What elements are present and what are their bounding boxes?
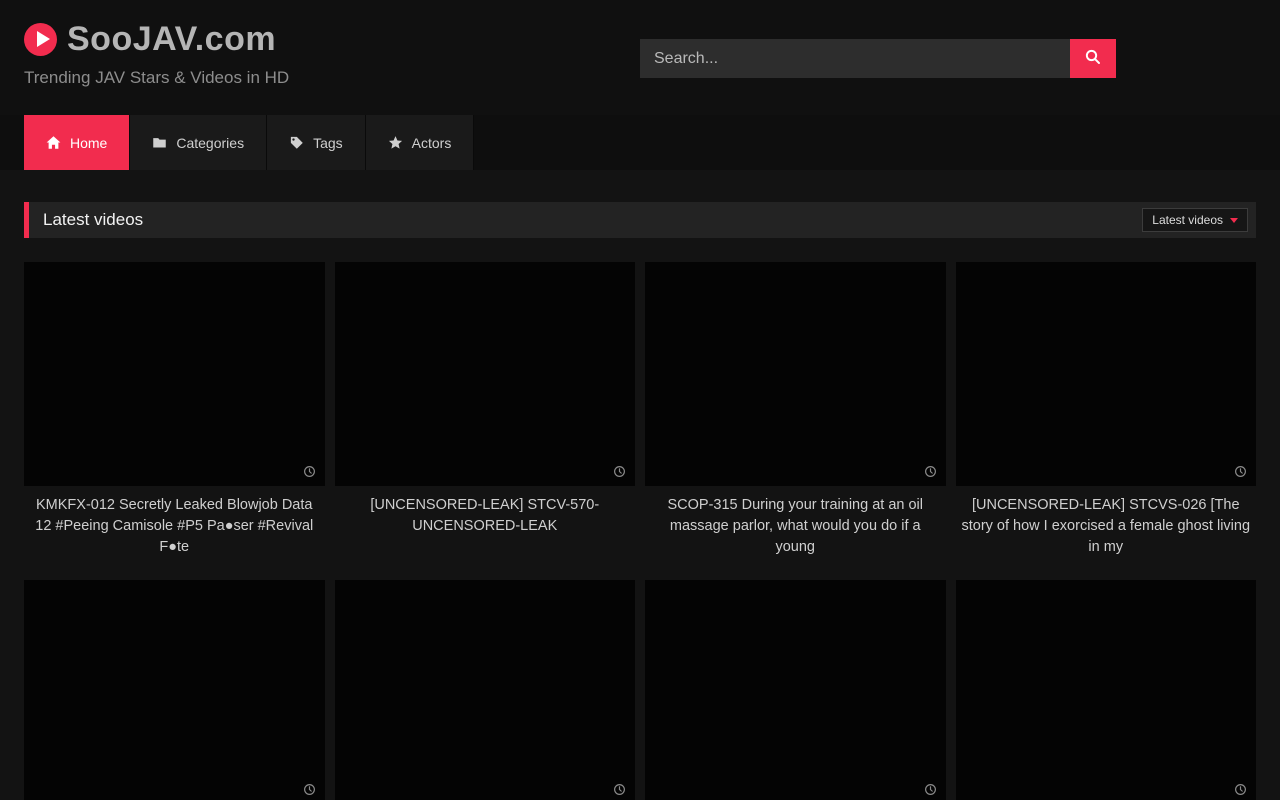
star-icon — [388, 135, 403, 150]
video-title[interactable]: KMKFX-012 Secretly Leaked Blowjob Data 1… — [24, 495, 325, 558]
section-title: Latest videos — [29, 210, 143, 230]
clock-icon — [1234, 465, 1247, 478]
video-card[interactable]: [UNCENSORED-LEAK] MXGS-1306 Absolutely — [335, 580, 636, 800]
header: SooJAV.com Trending JAV Stars & Videos i… — [0, 0, 1280, 115]
clock-icon — [303, 783, 316, 796]
video-card[interactable]: [UNCENSORED-LEAK] STCVS-026 [The story o… — [956, 262, 1257, 558]
nav-item-home[interactable]: Home — [24, 115, 130, 170]
main-nav: Home Categories Tags Actors — [0, 115, 1280, 170]
video-card[interactable]: [UNCENSORED-LEAK] STCV-570-UNCENSORED-LE… — [335, 262, 636, 558]
video-card[interactable]: NAMH-042 H Cup Big Tits Newcomer (170cm … — [24, 580, 325, 800]
nav-item-label: Tags — [313, 135, 343, 151]
magnifier-icon — [1084, 48, 1102, 69]
nav-item-label: Categories — [176, 135, 244, 151]
section-header: Latest videos Latest videos — [24, 202, 1256, 238]
video-grid: KMKFX-012 Secretly Leaked Blowjob Data 1… — [24, 262, 1256, 800]
video-thumbnail[interactable] — [956, 262, 1257, 486]
search-bar — [640, 39, 1116, 78]
tag-icon — [289, 135, 304, 150]
clock-icon — [613, 783, 626, 796]
video-title[interactable]: [UNCENSORED-LEAK] STCV-570-UNCENSORED-LE… — [335, 495, 636, 537]
clock-icon — [303, 465, 316, 478]
video-thumbnail[interactable] — [335, 580, 636, 800]
sort-dropdown-label: Latest videos — [1152, 213, 1223, 227]
video-title[interactable]: [UNCENSORED-LEAK] STCVS-026 [The story o… — [956, 495, 1257, 558]
video-thumbnail[interactable] — [645, 262, 946, 486]
video-thumbnail[interactable] — [335, 262, 636, 486]
clock-icon — [1234, 783, 1247, 796]
home-icon — [46, 135, 61, 150]
site-logo[interactable]: SooJAV.com Trending JAV Stars & Videos i… — [24, 20, 289, 88]
search-input[interactable] — [640, 39, 1070, 78]
nav-item-label: Home — [70, 135, 107, 151]
play-logo-icon — [24, 23, 57, 56]
video-thumbnail[interactable] — [956, 580, 1257, 800]
sort-dropdown[interactable]: Latest videos — [1142, 208, 1248, 232]
clock-icon — [924, 465, 937, 478]
clock-icon — [613, 465, 626, 478]
video-card[interactable]: [UNCENSORED-LEAK] MLA-231 [3 shots in — [645, 580, 946, 800]
site-logo-text: SooJAV.com — [67, 20, 276, 59]
video-thumbnail[interactable] — [24, 262, 325, 486]
video-card[interactable]: SCOP-315 During your training at an oil … — [645, 262, 946, 558]
video-card[interactable]: KMKFX-012 Secretly Leaked Blowjob Data 1… — [24, 262, 325, 558]
clock-icon — [924, 783, 937, 796]
main-content: Latest videos Latest videos KMKFX-012 Se… — [0, 170, 1280, 800]
folder-icon — [152, 135, 167, 150]
nav-item-label: Actors — [412, 135, 452, 151]
search-button[interactable] — [1070, 39, 1116, 78]
site-tagline: Trending JAV Stars & Videos in HD — [24, 68, 289, 88]
video-thumbnail[interactable] — [645, 580, 946, 800]
video-title[interactable]: SCOP-315 During your training at an oil … — [645, 495, 946, 558]
nav-item-tags[interactable]: Tags — [267, 115, 366, 170]
nav-item-categories[interactable]: Categories — [130, 115, 267, 170]
video-card[interactable]: URSM-186 Girl @ Era Alice — [956, 580, 1257, 800]
video-thumbnail[interactable] — [24, 580, 325, 800]
caret-down-icon — [1230, 218, 1238, 223]
nav-item-actors[interactable]: Actors — [366, 115, 475, 170]
